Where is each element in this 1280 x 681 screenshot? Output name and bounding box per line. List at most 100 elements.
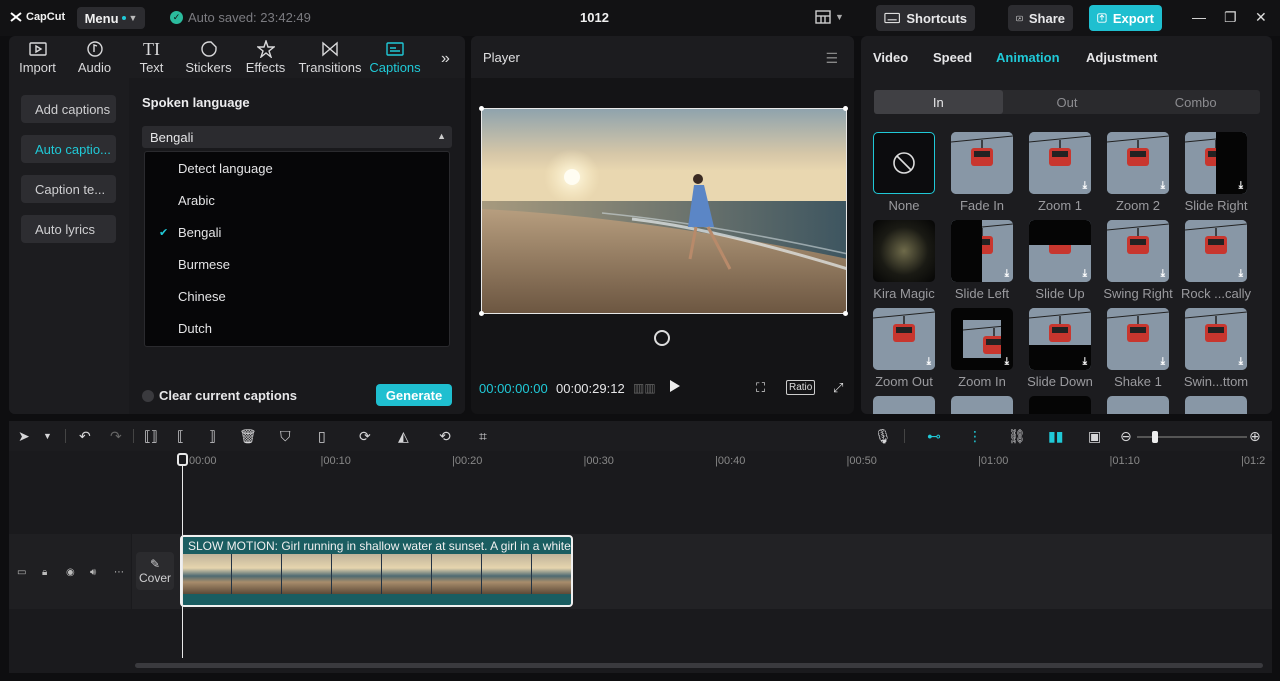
- tab-animation[interactable]: Animation: [996, 50, 1060, 65]
- playhead[interactable]: [182, 460, 183, 658]
- more-tabs-icon[interactable]: »: [441, 50, 450, 68]
- preview-axis-icon[interactable]: ▮▮: [1048, 428, 1063, 445]
- marker-icon[interactable]: ⛉: [280, 428, 291, 445]
- zoom-out-icon[interactable]: ⊖: [1120, 428, 1132, 445]
- timeline-list-icon[interactable]: ▥▥: [633, 381, 656, 395]
- fullscreen-icon[interactable]: ⤢: [833, 380, 843, 396]
- resize-handle[interactable]: [843, 106, 848, 111]
- language-select[interactable]: Bengali ▲: [142, 126, 452, 148]
- animation-item[interactable]: Kira Magic: [873, 220, 937, 301]
- play-icon[interactable]: [670, 380, 680, 392]
- animation-item[interactable]: ⤓ Slide Up: [1029, 220, 1093, 301]
- animation-item[interactable]: ⤓ Rock ...cally: [1181, 220, 1251, 301]
- zoom-in-icon[interactable]: ⊕: [1249, 428, 1261, 445]
- tab-transitions[interactable]: Transitions: [294, 36, 366, 78]
- chevron-down-icon[interactable]: ▼: [43, 431, 52, 441]
- animation-item[interactable]: Fade In: [951, 132, 1015, 213]
- reverse-icon[interactable]: ⟳: [359, 428, 371, 445]
- layout-button[interactable]: ▼: [815, 10, 844, 24]
- redo-icon[interactable]: ↷: [110, 428, 122, 445]
- tab-adjustment[interactable]: Adjustment: [1086, 50, 1158, 65]
- tab-stickers[interactable]: Stickers: [180, 36, 237, 78]
- clear-captions-checkbox[interactable]: Clear current captions: [142, 388, 297, 403]
- language-option[interactable]: Dutch: [145, 312, 449, 344]
- animation-item[interactable]: None: [873, 132, 937, 213]
- crop-icon[interactable]: ⌗: [479, 428, 487, 445]
- shortcuts-button[interactable]: Shortcuts: [876, 5, 975, 31]
- select-cursor-icon[interactable]: ➤: [18, 428, 30, 445]
- link-icon[interactable]: ⛓: [1008, 428, 1026, 445]
- language-option[interactable]: Arabic: [145, 184, 449, 216]
- generate-button[interactable]: Generate: [376, 384, 452, 406]
- more-options-icon[interactable]: ⋯: [114, 567, 124, 578]
- animation-item[interactable]: ⤓ Slide Right: [1185, 132, 1249, 213]
- main-track-magnet-icon[interactable]: ⊷: [927, 428, 941, 445]
- animation-item[interactable]: ⤓ Zoom 1: [1029, 132, 1093, 213]
- animation-item[interactable]: ⤓ Swing Right: [1103, 220, 1173, 301]
- minimize-icon[interactable]: —: [1192, 9, 1206, 25]
- animation-item[interactable]: ⤓ Shake 1: [1107, 308, 1171, 389]
- split-icon[interactable]: ⟦⟧: [144, 428, 158, 445]
- eye-icon[interactable]: ◉: [66, 567, 75, 578]
- auto-lyrics-button[interactable]: Auto lyrics: [21, 215, 116, 243]
- animation-item[interactable]: ⤓ Zoom Out: [873, 308, 937, 389]
- share-button[interactable]: Share: [1008, 5, 1073, 31]
- undo-icon[interactable]: ↶: [79, 428, 91, 445]
- fit-screen-icon[interactable]: ⛶: [756, 380, 765, 396]
- animation-item[interactable]: ⤓ Zoom In: [951, 308, 1015, 389]
- microphone-icon[interactable]: 🎙: [874, 428, 892, 445]
- tab-import[interactable]: Import: [9, 36, 66, 78]
- resize-handle[interactable]: [479, 106, 484, 111]
- zoom-slider-handle[interactable]: [1152, 431, 1158, 443]
- zoom-fit-icon[interactable]: ▣: [1088, 428, 1101, 445]
- mirror-icon[interactable]: ◭: [398, 428, 409, 445]
- tab-captions[interactable]: Captions: [366, 36, 424, 78]
- segment-in[interactable]: In: [874, 90, 1003, 114]
- cover-button[interactable]: ✎ Cover: [136, 552, 174, 590]
- resize-handle[interactable]: [479, 311, 484, 316]
- split-right-icon[interactable]: ⟧: [209, 428, 216, 445]
- volume-icon[interactable]: 🔊︎: [90, 567, 96, 578]
- split-left-icon[interactable]: ⟦: [177, 428, 184, 445]
- language-option[interactable]: Detect language: [145, 152, 449, 184]
- rotate-clip-icon[interactable]: ⟲: [439, 428, 451, 445]
- language-option[interactable]: Burmese: [145, 248, 449, 280]
- resize-handle[interactable]: [843, 311, 848, 316]
- horizontal-scrollbar[interactable]: [135, 663, 1263, 668]
- hamburger-menu-icon[interactable]: ☰: [825, 50, 838, 67]
- tab-speed[interactable]: Speed: [933, 50, 972, 65]
- tab-audio[interactable]: Audio: [66, 36, 123, 78]
- animation-item[interactable]: ⤓ Slide Left: [951, 220, 1015, 301]
- segment-combo[interactable]: Combo: [1131, 90, 1260, 114]
- auto-snap-icon[interactable]: ⋮: [968, 428, 982, 445]
- animation-item[interactable]: ⤓ Swin...ttom: [1184, 308, 1249, 389]
- segment-out[interactable]: Out: [1003, 90, 1132, 114]
- animation-thumbnail-partial[interactable]: [873, 396, 935, 414]
- ratio-button[interactable]: Ratio: [786, 380, 816, 395]
- auto-captions-button[interactable]: Auto captio...: [21, 135, 116, 163]
- language-option-selected[interactable]: ✔ Bengali: [145, 216, 449, 248]
- video-clip[interactable]: SLOW MOTION: Girl running in shallow wat…: [180, 535, 573, 607]
- caption-templates-button[interactable]: Caption te...: [21, 175, 116, 203]
- menu-button[interactable]: Menu ▼: [77, 7, 145, 29]
- animation-thumbnail-partial[interactable]: [1029, 396, 1091, 414]
- rotate-icon[interactable]: [654, 330, 670, 346]
- add-captions-button[interactable]: Add captions: [21, 95, 116, 123]
- video-preview[interactable]: [481, 108, 847, 314]
- tab-video[interactable]: Video: [873, 50, 908, 65]
- animation-item[interactable]: ⤓ Slide Down: [1027, 308, 1093, 389]
- close-icon[interactable]: ✕: [1255, 9, 1267, 26]
- restore-icon[interactable]: ❐: [1224, 9, 1237, 26]
- playhead-handle[interactable]: [177, 453, 188, 466]
- language-option[interactable]: Chinese: [145, 280, 449, 312]
- export-button[interactable]: Export: [1089, 5, 1162, 31]
- tab-effects[interactable]: Effects: [237, 36, 294, 78]
- animation-thumbnail-partial[interactable]: [1107, 396, 1169, 414]
- animation-thumbnail-partial[interactable]: [1185, 396, 1247, 414]
- lock-icon[interactable]: 🔒︎: [42, 567, 47, 578]
- animation-item[interactable]: ⤓ Zoom 2: [1107, 132, 1171, 213]
- tab-text[interactable]: TI Text: [123, 36, 180, 78]
- freeze-icon[interactable]: ▯: [318, 428, 326, 445]
- animation-thumbnail-partial[interactable]: [951, 396, 1013, 414]
- delete-icon[interactable]: 🗑: [239, 428, 257, 445]
